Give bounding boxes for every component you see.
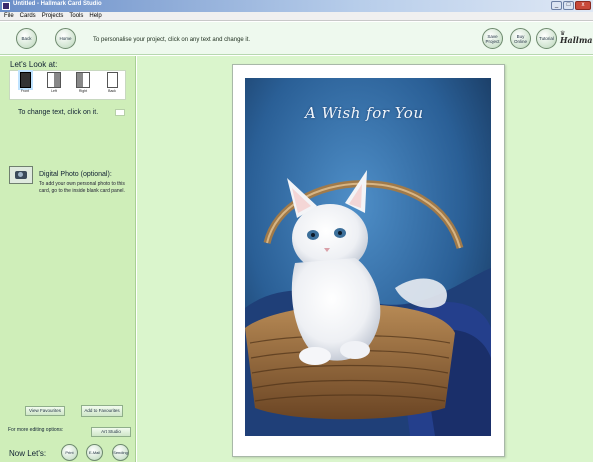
text-swatch — [115, 109, 125, 116]
close-button[interactable]: x — [575, 1, 591, 10]
view-left-label: Left — [51, 89, 57, 93]
email-button[interactable]: E-Mail — [86, 444, 103, 461]
menu-bar: File Cards Projects Tools Help — [0, 12, 593, 21]
view-back[interactable]: Back — [102, 72, 122, 99]
app-icon — [2, 2, 10, 10]
menu-file[interactable]: File — [4, 12, 14, 20]
view-front[interactable]: Front — [15, 72, 35, 99]
window-controls: _ □ x — [551, 1, 591, 10]
card-right-icon — [76, 72, 90, 88]
view-right-label: Right — [78, 89, 88, 93]
kitten-photo — [245, 78, 491, 436]
view-favourites-button[interactable]: View Favourites — [25, 406, 65, 416]
minimize-button[interactable]: _ — [551, 1, 562, 10]
now-lets-heading: Now Let's: — [9, 449, 47, 458]
menu-tools[interactable]: Tools — [69, 12, 83, 20]
card-back-icon — [106, 72, 118, 88]
title-bar: Untitled - Hallmark Card Studio _ □ x — [0, 0, 593, 12]
add-favourites-button[interactable]: Add to Favourites — [81, 405, 123, 417]
toolbar — [0, 22, 593, 55]
menu-help[interactable]: Help — [89, 12, 101, 20]
view-back-label: Back — [108, 89, 116, 93]
tutorial-button[interactable]: Tutorial — [536, 28, 557, 49]
more-options-label: For more editing options: — [8, 427, 64, 433]
card-front-icon — [19, 72, 31, 88]
card-left-icon — [47, 72, 61, 88]
digital-photo-description: To add your own personal photo to this c… — [39, 181, 125, 194]
digital-photo-title: Digital Photo (optional): — [39, 171, 112, 178]
card-headline[interactable]: A Wish for You — [305, 104, 424, 122]
sending-button[interactable]: Sending — [112, 444, 129, 461]
home-button[interactable]: Home — [55, 28, 76, 49]
back-button[interactable]: Back — [16, 28, 37, 49]
menu-projects[interactable]: Projects — [42, 12, 64, 20]
lets-look-heading: Let's Look at: — [10, 60, 58, 69]
hallmark-logo: Hallmark — [560, 35, 593, 45]
art-studio-button[interactable]: Art Studio — [91, 427, 131, 437]
window-title: Untitled - Hallmark Card Studio — [13, 1, 102, 7]
view-right[interactable]: Right — [73, 72, 93, 99]
save-project-button[interactable]: Save Project — [482, 28, 503, 49]
print-button[interactable]: Print — [61, 444, 78, 461]
buy-online-button[interactable]: Buy Online — [510, 28, 531, 49]
change-text-hint: To change text, click on it. — [18, 109, 99, 116]
camera-icon — [15, 171, 27, 179]
maximize-button[interactable]: □ — [563, 1, 574, 10]
view-left[interactable]: Left — [44, 72, 64, 99]
menu-cards[interactable]: Cards — [20, 12, 36, 20]
sidebar — [0, 56, 136, 462]
digital-photo-button[interactable] — [9, 166, 33, 184]
view-front-label: Front — [20, 89, 30, 93]
toolbar-instruction: To personalise your project, click on an… — [93, 37, 251, 43]
